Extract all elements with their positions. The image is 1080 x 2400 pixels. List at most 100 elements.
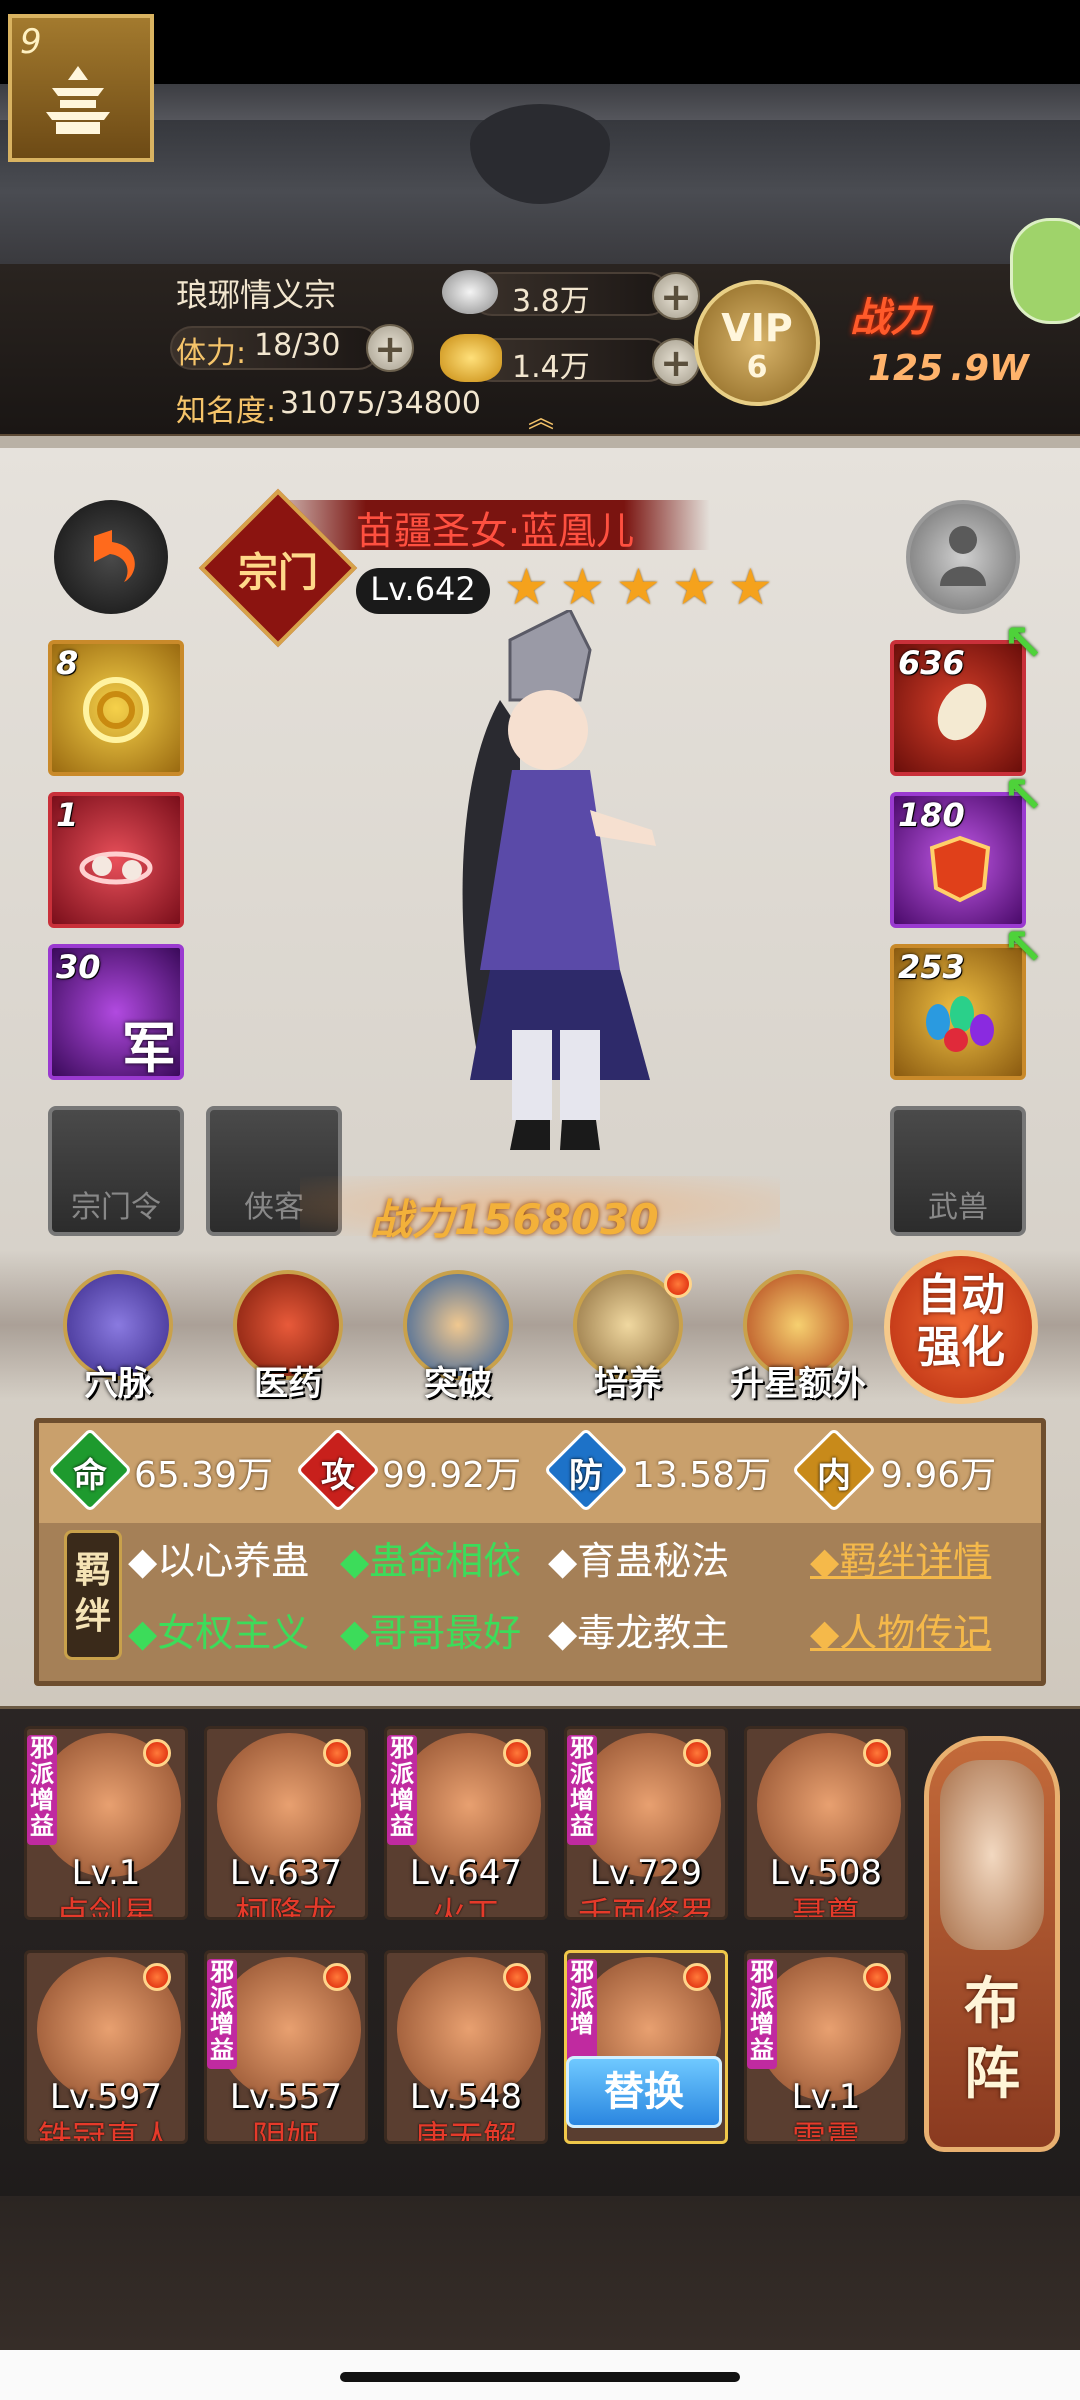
collapse-chevron-icon[interactable]: ︽ <box>528 398 554 435</box>
hp-value: 65.39万 <box>134 1455 274 1496</box>
bond-item[interactable]: ◆以心养蛊 <box>128 1530 309 1585</box>
roster-name: 雷震 <box>792 2119 860 2144</box>
star-icon: ★ <box>504 558 549 616</box>
roster-card[interactable]: Lv.548 唐无解 <box>384 1950 548 2144</box>
star-icon: ★ <box>616 558 661 616</box>
home-indicator[interactable] <box>340 2372 740 2382</box>
bond-item[interactable]: ◆哥哥最好 <box>340 1602 521 1657</box>
roster-name: 聂尊 <box>792 1895 860 1920</box>
silver-amount: 3.8万 <box>512 284 590 319</box>
roster-card[interactable]: 邪派增益 Lv.1 卢剑星 <box>24 1726 188 1920</box>
evil-sect-buff-tag: 邪派增 <box>567 1959 597 2069</box>
roster-name: 铁冠真人 <box>38 2119 174 2144</box>
auto-enhance-label: 自动 强化 <box>917 1270 1005 1373</box>
add-silver-button[interactable]: + <box>652 272 700 320</box>
evil-sect-buff-tag: 邪派增益 <box>207 1959 237 2069</box>
bond-item[interactable]: ◆毒龙教主 <box>548 1602 729 1657</box>
roster-card[interactable]: 邪派增益 Lv.557 阴姬 <box>204 1950 368 2144</box>
bond-details-link[interactable]: ◆羁绊详情 <box>810 1530 991 1585</box>
notification-dot <box>683 1739 711 1767</box>
sect-seal-text: 宗门 <box>238 550 318 596</box>
bond-item[interactable]: ◆女权主义 <box>128 1602 309 1657</box>
add-stamina-button[interactable]: + <box>366 324 414 372</box>
roster-card[interactable]: 邪派增益 Lv.647 火工 <box>384 1726 548 1920</box>
roster-name: 阴姬 <box>252 2119 320 2144</box>
left-slot-3[interactable]: 30 军 <box>48 944 184 1080</box>
roster-card[interactable]: 邪派增益 Lv.1 雷震 <box>744 1950 908 2144</box>
pavilion-icon <box>46 66 110 134</box>
meridian-button[interactable]: 穴脉 <box>58 1270 178 1404</box>
attack-value: 99.92万 <box>382 1455 522 1496</box>
roster-card[interactable]: 邪派增益 Lv.729 千面修罗 <box>564 1726 728 1920</box>
formation-portrait <box>940 1760 1044 1950</box>
army-flag-icon: 军 <box>122 1017 176 1080</box>
meditate-figure-button[interactable] <box>906 500 1020 614</box>
hero-name: 苗疆圣女·蓝凰儿 <box>356 509 635 553</box>
roster-name: 千面修罗 <box>578 1895 714 1920</box>
roof-decoration <box>0 84 1080 264</box>
cultivate-button[interactable]: 培养 <box>568 1270 692 1404</box>
notification-dot <box>143 1739 171 1767</box>
breakthrough-button[interactable]: 突破 <box>398 1270 518 1404</box>
meditating-figure-icon <box>940 526 986 586</box>
left-slot-1[interactable]: 8 <box>48 640 184 776</box>
roster-card[interactable]: Lv.637 柯降龙 <box>204 1726 368 1920</box>
hero-power: 战力1568030 <box>370 1195 659 1244</box>
fame-value: 31075/34800 <box>280 386 481 421</box>
formation-label: 布阵 <box>964 1972 1020 2107</box>
total-power-value: 125 .9W <box>868 348 1029 389</box>
notification-dot <box>323 1739 351 1767</box>
armor-icon <box>929 835 991 903</box>
roster-name: 唐无解 <box>415 2119 517 2144</box>
biography-link[interactable]: ◆人物传记 <box>810 1602 991 1657</box>
medicine-button[interactable]: 医药 <box>228 1270 348 1404</box>
gold-amount: 1.4万 <box>512 350 590 385</box>
status-bar <box>0 0 1080 84</box>
gold-ingot-icon <box>440 334 502 382</box>
defense-value: 13.58万 <box>632 1455 772 1496</box>
stamina-value: 18/30 <box>254 328 341 363</box>
notification-dot <box>323 1963 351 1991</box>
hp-glyph: 命 <box>73 1456 107 1496</box>
notification-dot <box>863 1739 891 1767</box>
side-menu-button[interactable] <box>1010 218 1080 324</box>
star-icon: ★ <box>560 558 605 616</box>
bond-item[interactable]: ◆蛊命相依 <box>340 1530 521 1585</box>
skull-orbit-icon <box>79 851 153 885</box>
gold-swirl-icon <box>83 677 149 743</box>
bond-item[interactable]: ◆育蛊秘法 <box>548 1530 729 1585</box>
notification-dot <box>863 1963 891 1991</box>
hero-character <box>462 610 656 1150</box>
fame-label: 知名度: <box>176 394 277 429</box>
left-slot-2[interactable]: 1 <box>48 792 184 928</box>
roster-name: 柯降龙 <box>235 1895 337 1920</box>
notification-dot <box>143 1963 171 1991</box>
star-up-extra-button[interactable]: 升星额外 <box>730 1270 866 1404</box>
sect-name: 琅琊情义宗 <box>176 276 337 314</box>
add-gold-button[interactable]: + <box>652 338 700 386</box>
vip-badge[interactable]: VIP 6 <box>694 280 820 406</box>
inner-power-glyph: 内 <box>817 1456 851 1496</box>
sect-token-slot[interactable]: 宗门令 <box>48 1106 184 1236</box>
sect-level: 9 <box>20 22 42 62</box>
star-icon: ★ <box>728 558 773 616</box>
evil-sect-buff-tag: 邪派增益 <box>567 1735 597 1845</box>
notification-dot <box>503 1963 531 1991</box>
roster-card[interactable]: Lv.508 聂尊 <box>744 1726 908 1920</box>
roster-name: 卢剑星 <box>55 1895 157 1920</box>
return-arrow-icon <box>94 530 135 582</box>
upgrade-arrow-icon: ↖ <box>1002 918 1044 976</box>
bond-tag-text: 羁绊 <box>74 1550 111 1637</box>
notification-dot <box>664 1270 692 1298</box>
beast-slot[interactable]: 武兽 <box>890 1106 1026 1236</box>
hero-level: Lv.642 <box>370 570 476 608</box>
back-button[interactable] <box>54 500 168 614</box>
total-power-label: 战力 <box>850 295 930 341</box>
roster-card[interactable]: Lv.597 铁冠真人 <box>24 1950 188 2144</box>
defense-glyph: 防 <box>569 1456 603 1496</box>
evil-sect-buff-tag: 邪派增益 <box>747 1959 777 2069</box>
evil-sect-buff-tag: 邪派增益 <box>27 1735 57 1845</box>
upgrade-arrow-icon: ↖ <box>1002 614 1044 672</box>
swap-button[interactable]: 替换 <box>566 2056 722 2128</box>
attack-glyph: 攻 <box>321 1456 355 1496</box>
